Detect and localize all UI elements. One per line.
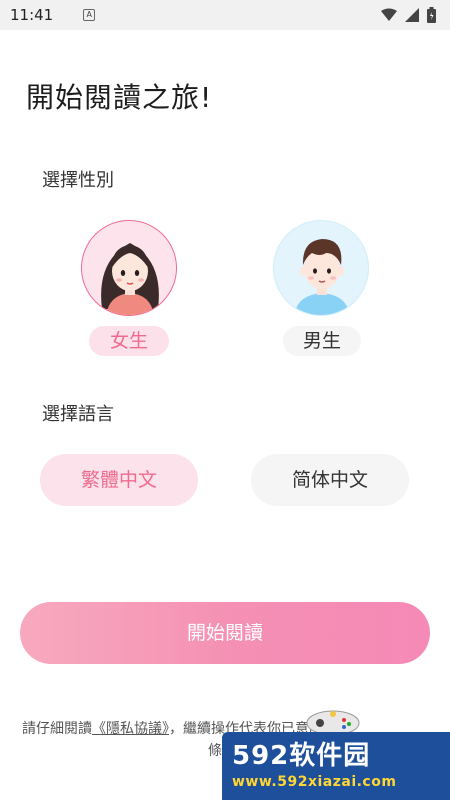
male-avatar-icon	[294, 239, 350, 315]
agreement-prefix: 請仔細閱讀	[22, 721, 92, 737]
privacy-agreement-link[interactable]: 《隱私協議》	[92, 721, 169, 737]
watermark-banner: 592软件园 www.592xiazai.com	[222, 732, 450, 800]
signal-icon	[405, 8, 419, 22]
watermark-brand: 592软件园	[232, 740, 450, 772]
battery-icon	[427, 7, 436, 23]
gender-section-label: 選擇性別	[42, 170, 114, 191]
female-avatar	[81, 220, 177, 316]
start-reading-button[interactable]: 開始閱讀	[20, 602, 430, 664]
status-icons	[381, 7, 436, 23]
language-section-label: 選擇語言	[42, 404, 114, 425]
notification-icon: A	[83, 9, 96, 21]
status-bar: 11:41 A	[0, 0, 450, 30]
language-simplified-button[interactable]: 简体中文	[251, 454, 409, 506]
male-avatar	[273, 220, 369, 316]
status-time: 11:41	[10, 6, 54, 24]
gender-option-female[interactable]: 女生	[69, 218, 189, 368]
language-traditional-button[interactable]: 繁體中文	[40, 454, 198, 506]
wifi-icon	[381, 8, 397, 21]
female-avatar-icon	[101, 243, 159, 315]
watermark-url: www.592xiazai.com	[232, 774, 397, 790]
gender-label-female: 女生	[89, 326, 169, 356]
watermark-number: 592	[232, 741, 290, 771]
gender-label-male: 男生	[283, 326, 361, 356]
watermark-text: 软件园	[289, 741, 371, 771]
page-title: 開始閱讀之旅!	[26, 81, 213, 114]
gender-option-male[interactable]: 男生	[261, 218, 381, 368]
